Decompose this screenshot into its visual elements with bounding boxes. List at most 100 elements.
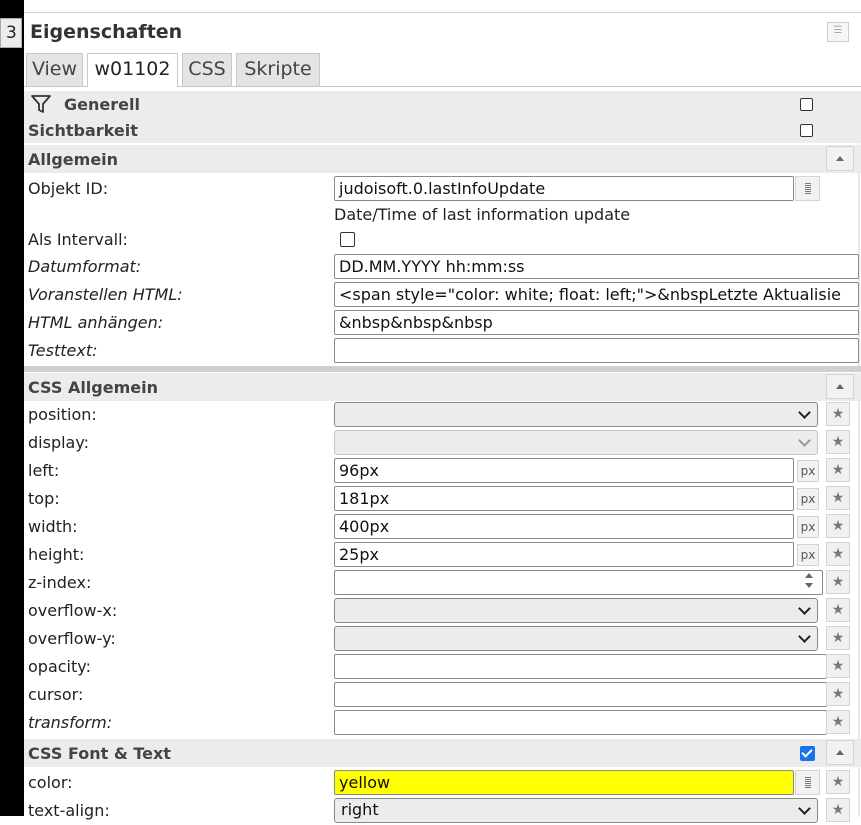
section-sichtbarkeit-label: Sichtbarkeit [28,121,138,140]
transform-input[interactable] [334,710,827,735]
display-label: display: [28,433,90,452]
overflow-y-label: overflow-y: [28,629,116,648]
chevron-down-icon [798,802,811,815]
testtext-label: Testtext: [28,341,98,360]
spin-up-icon[interactable] [805,573,813,578]
section-generell[interactable]: Generell [24,91,861,117]
voranstellen-html-input[interactable]: <span style="color: white; float: left;"… [334,282,859,307]
star-icon[interactable]: ★ [826,430,850,454]
tab-view[interactable]: View [26,53,83,86]
section-css-font-text-label: CSS Font & Text [28,744,171,763]
spin-down-icon[interactable] [805,583,813,588]
testtext-input[interactable] [334,338,859,363]
row-z-index: z-index: ★ [24,569,861,597]
overflow-y-select[interactable] [334,626,818,651]
section-divider [24,366,861,372]
filter-icon[interactable] [30,93,52,119]
als-intervall-checkbox[interactable] [340,232,355,247]
row-display: display: ★ [24,429,861,457]
section-generell-label: Generell [64,95,140,114]
transform-label: transform: [28,713,113,732]
star-icon[interactable]: ★ [826,458,850,482]
row-opacity: opacity: ★ [24,653,861,681]
tab-skripte[interactable]: Skripte [236,53,320,86]
height-unit-button[interactable]: px [797,544,819,566]
left-unit-button[interactable]: px [797,460,819,482]
css-allgemein-collapse-button[interactable] [826,374,854,399]
tab-widget[interactable]: w01102 [87,53,178,87]
panel-menu-button[interactable]: ☰ [827,22,849,42]
css-font-text-checkbox[interactable] [800,746,815,761]
objekt-id-description: Date/Time of last information update [334,205,631,224]
star-icon[interactable]: ★ [826,570,850,594]
section-css-font-text[interactable]: CSS Font & Text [24,739,861,767]
allgemein-collapse-button[interactable] [826,146,854,171]
left-strip [0,0,24,816]
section-css-allgemein[interactable]: CSS Allgemein [24,373,861,401]
css-font-text-collapse-button[interactable] [826,740,854,765]
sichtbarkeit-checkbox[interactable] [800,124,813,137]
star-icon[interactable]: ★ [826,682,850,706]
overflow-x-select[interactable] [334,598,818,623]
opacity-input[interactable] [334,654,827,679]
star-icon[interactable]: ★ [826,486,850,510]
generell-checkbox[interactable] [800,98,813,111]
row-left: left: 96px px ★ [24,457,861,485]
z-index-label: z-index: [28,573,92,592]
star-icon[interactable]: ★ [826,798,850,822]
star-icon[interactable]: ★ [826,626,850,650]
cursor-input[interactable] [334,682,827,707]
datumformat-input[interactable]: DD.MM.YYYY hh:mm:ss [334,254,859,279]
row-objekt-id: Objekt ID: judoisoft.0.lastInfoUpdate [24,175,861,203]
row-height: height: 25px px ★ [24,541,861,569]
z-index-spinner[interactable] [802,571,816,591]
star-icon[interactable]: ★ [826,514,850,538]
panel-title-bar: Eigenschaften ☰ [24,13,861,49]
opacity-label: opacity: [28,657,91,676]
top-input[interactable]: 181px [334,486,794,511]
star-icon[interactable]: ★ [826,770,850,794]
chevron-down-icon [798,630,811,643]
star-icon[interactable]: ★ [826,654,850,678]
row-html-anhaengen: HTML anhängen: &nbsp&nbsp&nbsp [24,309,861,337]
display-select[interactable] [334,430,818,455]
width-input[interactable]: 400px [334,514,794,539]
chevron-down-icon [798,434,811,447]
star-icon[interactable]: ★ [826,710,850,734]
color-input[interactable]: yellow [334,770,794,795]
html-anhaengen-input[interactable]: &nbsp&nbsp&nbsp [334,310,859,335]
voranstellen-html-label: Voranstellen HTML: [28,285,183,304]
row-datumformat: Datumformat: DD.MM.YYYY hh:mm:ss [24,253,861,281]
height-input[interactable]: 25px [334,542,794,567]
section-allgemein-label: Allgemein [28,150,119,169]
top-unit-button[interactable]: px [797,488,819,510]
row-cursor: cursor: ★ [24,681,861,709]
row-testtext: Testtext: [24,337,861,365]
left-input[interactable]: 96px [334,458,794,483]
chevron-down-icon [798,602,811,615]
section-sichtbarkeit[interactable]: Sichtbarkeit [24,117,861,143]
star-icon[interactable]: ★ [826,542,850,566]
als-intervall-label: Als Intervall: [28,230,128,249]
section-css-allgemein-label: CSS Allgemein [28,378,158,397]
section-allgemein[interactable]: Allgemein [24,145,861,173]
row-top: top: 181px px ★ [24,485,861,513]
star-icon[interactable]: ★ [826,598,850,622]
position-select[interactable] [334,402,818,427]
left-label: left: [28,461,60,480]
width-unit-button[interactable]: px [797,516,819,538]
text-align-select[interactable]: right [334,798,818,823]
datumformat-label: Datumformat: [28,257,142,276]
panel-title: Eigenschaften [30,21,183,43]
cursor-label: cursor: [28,685,84,704]
properties-panel: Eigenschaften ☰ View w01102 CSS Skripte … [24,12,861,823]
side-tab-marker[interactable]: 3 [0,18,22,48]
object-browse-icon[interactable] [795,176,820,201]
z-index-input[interactable] [334,570,823,595]
text-align-label: text-align: [28,801,110,820]
star-icon[interactable]: ★ [826,402,850,426]
tab-css[interactable]: CSS [182,53,232,86]
position-label: position: [28,405,97,424]
objekt-id-input[interactable]: judoisoft.0.lastInfoUpdate [334,176,794,201]
color-picker-icon[interactable] [795,770,820,795]
